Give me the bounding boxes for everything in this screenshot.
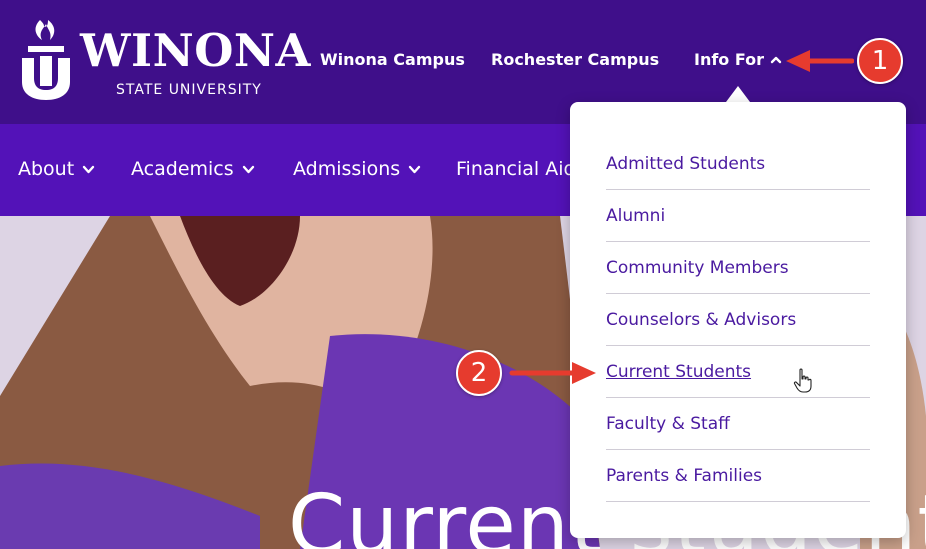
dropdown-item-counselors-advisors[interactable]: Counselors & Advisors	[606, 294, 870, 346]
dropdown-item-faculty-staff[interactable]: Faculty & Staff	[606, 398, 870, 450]
chevron-down-icon	[408, 165, 421, 173]
chevron-up-icon	[770, 56, 782, 63]
annotation-arrow-2	[509, 362, 596, 384]
info-for-label: Info For	[694, 50, 765, 69]
torch-logo-icon	[22, 20, 70, 100]
logo-subtitle: STATE UNIVERSITY	[116, 82, 262, 98]
nav-about[interactable]: About	[18, 158, 95, 180]
nav-academics[interactable]: Academics	[131, 158, 255, 180]
winona-state-logo[interactable]: WINONA STATE UNIVERSITY	[18, 18, 310, 104]
rochester-campus-link[interactable]: Rochester Campus	[491, 50, 659, 69]
dropdown-caret	[726, 86, 750, 102]
winona-campus-link[interactable]: Winona Campus	[320, 50, 465, 69]
dropdown-item-parents-families[interactable]: Parents & Families	[606, 450, 870, 502]
annotation-badge-2: 2	[456, 350, 502, 396]
nav-financial-aid[interactable]: Financial Aid	[456, 158, 576, 180]
annotation-arrow-1	[786, 50, 854, 72]
nav-admissions-label: Admissions	[293, 158, 401, 180]
dropdown-item-current-students[interactable]: Current Students	[606, 346, 870, 398]
logo-wordmark: WINONA	[80, 24, 311, 77]
nav-academics-label: Academics	[131, 158, 234, 180]
dropdown-item-community-members[interactable]: Community Members	[606, 242, 870, 294]
info-for-dropdown: Admitted Students Alumni Community Membe…	[570, 102, 906, 538]
nav-financial-aid-label: Financial Aid	[456, 158, 576, 180]
info-for-menu-button[interactable]: Info For	[694, 50, 782, 69]
chevron-down-icon	[82, 165, 95, 173]
chevron-down-icon	[242, 165, 254, 173]
hand-cursor-icon	[793, 368, 812, 393]
dropdown-item-admitted-students[interactable]: Admitted Students	[606, 138, 870, 190]
dropdown-item-alumni[interactable]: Alumni	[606, 190, 870, 242]
nav-admissions[interactable]: Admissions	[293, 158, 421, 180]
info-for-dropdown-list: Admitted Students Alumni Community Membe…	[606, 138, 870, 502]
nav-about-label: About	[18, 158, 75, 180]
annotation-badge-1: 1	[857, 38, 903, 84]
